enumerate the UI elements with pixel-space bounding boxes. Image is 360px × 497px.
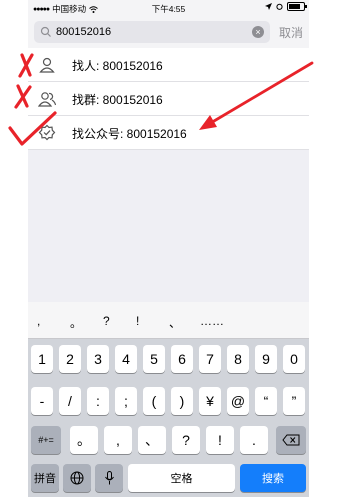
red-check-mark (8, 111, 57, 146)
red-x-mark (18, 53, 34, 78)
red-x-mark (14, 84, 32, 109)
annotation-layer (8, 53, 314, 146)
red-arrow (199, 61, 314, 130)
